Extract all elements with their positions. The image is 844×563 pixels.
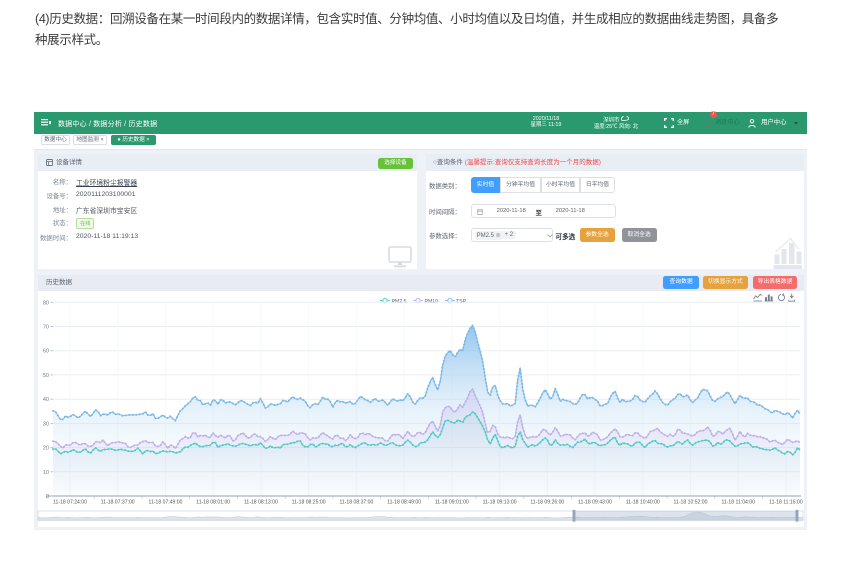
svg-text:11-18 09:43:00: 11-18 09:43:00	[578, 500, 612, 506]
svg-text:80: 80	[43, 300, 49, 306]
svg-text:20: 20	[43, 446, 49, 452]
svg-text:40: 40	[43, 397, 49, 403]
svg-text:11-18 08:25:00: 11-18 08:25:00	[292, 500, 326, 506]
svg-text:10: 10	[43, 470, 49, 476]
svg-text:11-18 09:13:00: 11-18 09:13:00	[483, 500, 517, 506]
svg-text:30: 30	[43, 421, 49, 427]
svg-text:11-18 08:49:00: 11-18 08:49:00	[387, 500, 421, 506]
svg-text:70: 70	[43, 325, 49, 331]
svg-text:11-18 11:16:00: 11-18 11:16:00	[769, 500, 803, 506]
svg-text:11-18 07:37:00: 11-18 07:37:00	[101, 500, 135, 506]
svg-text:11-18 09:26:00: 11-18 09:26:00	[530, 500, 564, 506]
svg-text:11-18 07:49:00: 11-18 07:49:00	[149, 500, 183, 506]
svg-text:11-18 08:01:00: 11-18 08:01:00	[196, 500, 230, 506]
svg-text:11-18 09:01:00: 11-18 09:01:00	[435, 500, 469, 506]
svg-text:11-18 08:37:00: 11-18 08:37:00	[339, 500, 373, 506]
svg-text:11-18 07:24:00: 11-18 07:24:00	[53, 500, 87, 506]
svg-text:11-18 08:13:00: 11-18 08:13:00	[244, 500, 278, 506]
svg-text:11-18 10:40:00: 11-18 10:40:00	[626, 500, 660, 506]
svg-text:11-18 11:04:00: 11-18 11:04:00	[721, 500, 755, 506]
svg-text:60: 60	[43, 349, 49, 355]
svg-text:50: 50	[43, 373, 49, 379]
svg-text:0: 0	[46, 494, 49, 500]
svg-text:11-18 10:52:00: 11-18 10:52:00	[674, 500, 708, 506]
